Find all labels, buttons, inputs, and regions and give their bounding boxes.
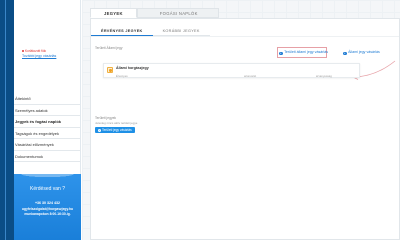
help-email[interactable]: ugyfelszolgalat@horgaszjegy.hu bbox=[14, 207, 81, 211]
user-warning: Korlátozott fiók bbox=[22, 49, 56, 53]
buy-regional-button[interactable]: + Területi jegy vásárlás bbox=[95, 127, 135, 133]
plus-icon: + bbox=[343, 50, 347, 56]
sidebar-item-purchases[interactable]: Vásárlási előzmények bbox=[14, 139, 81, 151]
ticket-icon bbox=[107, 67, 113, 73]
help-title: Kérdésed van ? bbox=[29, 186, 66, 192]
ticket-status: Érvényes bbox=[116, 73, 128, 78]
state-ticket-section-label: Területi Állami jegy bbox=[95, 46, 123, 50]
buy-state-ticket-label: Területi állami jegy vásárlás bbox=[284, 50, 329, 54]
help-hours: munkanapokon 8:00-16:30-ig. bbox=[24, 212, 71, 216]
ticket-validity: érvényesség bbox=[316, 73, 332, 78]
plus-icon: + bbox=[98, 129, 101, 132]
help-box: Kérdésed van ? +36 30 324 432 ugyfelszol… bbox=[14, 174, 81, 240]
sidebar: Korlátozott fiók További jegy vásárlás Á… bbox=[14, 0, 81, 240]
sub-tabs: ÉRVÉNYES JEGYEK KORÁBBI JEGYEK bbox=[91, 27, 210, 36]
top-tabs: JEGYEK FOGÁSI NAPLÓK bbox=[90, 8, 219, 18]
tickets-panel: ÉRVÉNYES JEGYEK KORÁBBI JEGYEK Területi … bbox=[90, 18, 400, 240]
ticket-title: Állami horgászjegy bbox=[116, 66, 149, 70]
state-ticket-card[interactable]: Állami horgászjegy Érvényes azonosító ér… bbox=[103, 63, 360, 78]
buy-state-ticket-button[interactable]: + Területi állami jegy vásárlás bbox=[279, 50, 329, 56]
sidebar-item-tickets[interactable]: Jegyek és fogási naplók bbox=[14, 116, 81, 128]
ticket-id: azonosító bbox=[244, 73, 257, 78]
buy-regional-ticket-button[interactable]: + Állami jegy vásárlás bbox=[343, 50, 380, 56]
tab-valid-tickets[interactable]: ÉRVÉNYES JEGYEK bbox=[91, 27, 153, 36]
buy-regional-ticket-label: Állami jegy vásárlás bbox=[348, 50, 380, 54]
tab-previous-tickets[interactable]: KORÁBBI JEGYEK bbox=[152, 27, 210, 36]
help-phone[interactable]: +36 30 324 432 bbox=[14, 201, 81, 205]
sidebar-item-memberships[interactable]: Tagságok és engedélyek bbox=[14, 128, 81, 139]
sidebar-item-documents[interactable]: Dokumentumok bbox=[14, 151, 81, 162]
tab-tickets[interactable]: JEGYEK bbox=[90, 8, 137, 18]
plus-icon: + bbox=[279, 50, 283, 56]
sidebar-item-overview[interactable]: Áttekintő bbox=[14, 93, 81, 105]
user-warning-text: Korlátozott fiók bbox=[25, 49, 47, 53]
main-area: JEGYEK FOGÁSI NAPLÓK ÉRVÉNYES JEGYEK KOR… bbox=[82, 0, 400, 240]
sidebar-item-personal-data[interactable]: Személyes adatok bbox=[14, 105, 81, 116]
no-regional-ticket-text: Jelenleg nincs aktív területi jegye bbox=[95, 121, 138, 125]
sidebar-menu: Áttekintő Személyes adatok Jegyek és fog… bbox=[14, 93, 81, 162]
buy-regional-button-label: Területi jegy vásárlás bbox=[102, 128, 132, 132]
divider bbox=[91, 36, 399, 37]
tab-catch-logs[interactable]: FOGÁSI NAPLÓK bbox=[136, 8, 219, 18]
left-edge-bar bbox=[0, 0, 14, 240]
regional-section-label: Területi jegyek bbox=[95, 116, 117, 120]
warning-dot-icon bbox=[22, 50, 24, 53]
user-info: Korlátozott fiók További jegy vásárlás bbox=[22, 49, 56, 58]
buy-more-link[interactable]: További jegy vásárlás bbox=[22, 54, 56, 58]
